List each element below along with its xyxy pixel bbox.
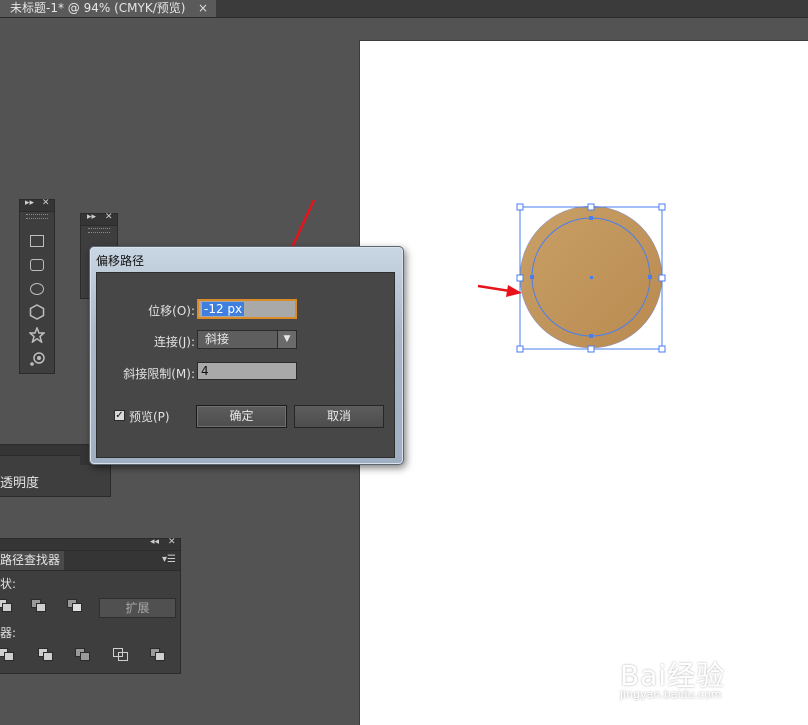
cancel-button[interactable]: 取消	[294, 405, 384, 428]
joins-label: 连接(J):	[154, 335, 195, 349]
watermark-url: jingyan.baidu.com	[620, 688, 722, 701]
baidu-watermark: Bai经验 jingyan.baidu.com	[620, 640, 770, 710]
joins-select[interactable]: 斜接 ▼	[197, 330, 297, 349]
offset-input-value: -12 px	[202, 302, 245, 316]
miter-limit-value: 4	[201, 364, 209, 378]
miter-limit-label: 斜接限制(M):	[123, 367, 195, 381]
dialog-body: 位移(O): -12 px 连接(J): 斜接 ▼ 斜接限制(M): 4 ✓ 预…	[96, 272, 395, 458]
offset-path-dialog: 偏移路径 位移(O): -12 px 连接(J): 斜接 ▼ 斜接限制(M): …	[89, 246, 404, 465]
miter-limit-input[interactable]: 4	[197, 362, 297, 380]
red-arrow-circle	[477, 284, 511, 293]
ok-button[interactable]: 确定	[196, 405, 287, 428]
preview-checkbox[interactable]: ✓	[114, 410, 125, 421]
offset-label: 位移(O):	[148, 304, 195, 318]
offset-input[interactable]: -12 px	[197, 299, 297, 319]
chevron-down-icon[interactable]: ▼	[277, 331, 296, 348]
preview-label[interactable]: 预览(P)	[129, 408, 170, 425]
red-arrow-circle-head	[506, 285, 522, 297]
joins-select-value: 斜接	[205, 332, 230, 346]
dialog-title[interactable]: 偏移路径	[96, 252, 144, 269]
